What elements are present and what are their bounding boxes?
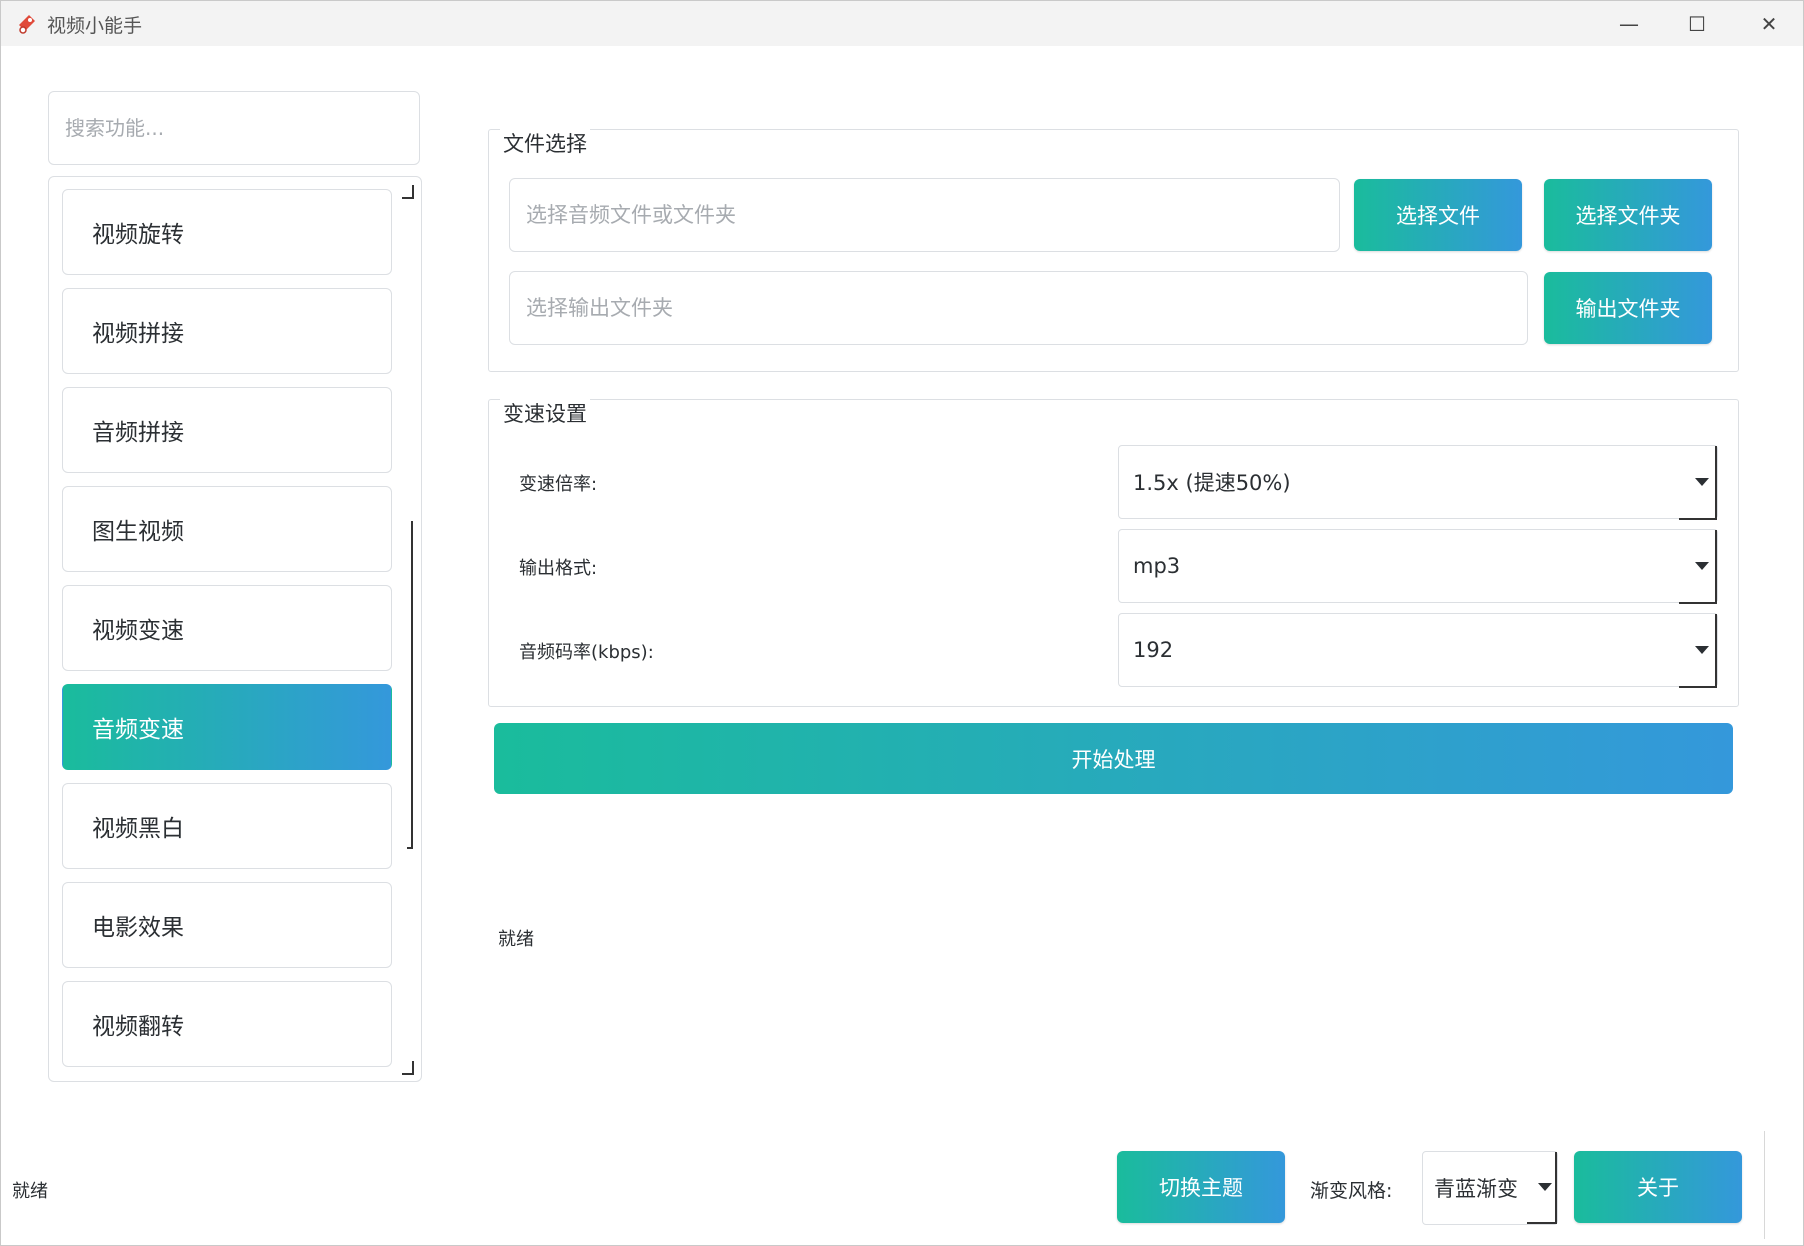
file-select-group-title: 文件选择: [500, 128, 590, 158]
app-window: 视频小能手 — ☐ ✕ 视频旋转 视频拼接 音频拼接 图生视频 视频变速 音频变…: [0, 0, 1804, 1246]
select-folder-button[interactable]: 选择文件夹: [1544, 179, 1712, 251]
feature-list[interactable]: 视频旋转 视频拼接 音频拼接 图生视频 视频变速 音频变速 视频黑白 电影效果 …: [48, 176, 422, 1082]
sidebar-item-movie-effect[interactable]: 电影效果: [62, 882, 392, 968]
switch-theme-button[interactable]: 切换主题: [1117, 1151, 1285, 1223]
search-box: [48, 91, 420, 165]
output-folder-button[interactable]: 输出文件夹: [1544, 272, 1712, 344]
minimize-button[interactable]: —: [1595, 1, 1663, 46]
select-file-button[interactable]: 选择文件: [1354, 179, 1522, 251]
output-format-select[interactable]: mp3: [1118, 529, 1718, 604]
sidebar-item-video-concat[interactable]: 视频拼接: [62, 288, 392, 374]
gradient-style-label: 渐变风格:: [1310, 1180, 1393, 1202]
chevron-down-icon: [1527, 1152, 1557, 1224]
status-bar-text: 就绪: [12, 1181, 48, 1202]
search-input[interactable]: [49, 92, 419, 164]
chevron-down-icon: [1679, 530, 1717, 604]
title-bar: 视频小能手 — ☐ ✕: [1, 1, 1803, 46]
speed-rate-select[interactable]: 1.5x (提速50%): [1118, 445, 1718, 520]
window-title: 视频小能手: [47, 15, 143, 37]
minimize-icon: —: [1619, 11, 1639, 36]
close-icon: ✕: [1760, 11, 1778, 36]
speed-settings-group-title: 变速设置: [500, 398, 590, 428]
input-file-field: [509, 178, 1340, 252]
output-folder-field: [509, 271, 1528, 345]
scrollbar-top-cap: [402, 185, 414, 199]
chevron-down-icon: [1679, 614, 1717, 688]
sidebar-item-audio-speed[interactable]: 音频变速: [62, 684, 392, 770]
output-format-value: mp3: [1133, 554, 1181, 578]
input-file-input[interactable]: [510, 179, 1339, 251]
status-text: 就绪: [498, 929, 534, 950]
chevron-down-icon: [1679, 446, 1717, 520]
speed-rate-label: 变速倍率:: [519, 474, 598, 495]
sidebar-item-video-speed[interactable]: 视频变速: [62, 585, 392, 671]
sidebar-scrollbar-thumb[interactable]: [407, 521, 413, 849]
speed-rate-value: 1.5x (提速50%): [1133, 471, 1291, 495]
maximize-button[interactable]: ☐: [1663, 1, 1731, 46]
app-logo-icon: [19, 15, 35, 34]
sidebar-item-video-rotate[interactable]: 视频旋转: [62, 189, 392, 275]
maximize-icon: ☐: [1688, 11, 1706, 36]
sidebar-item-audio-concat[interactable]: 音频拼接: [62, 387, 392, 473]
scrollbar-bottom-cap: [402, 1061, 414, 1075]
audio-bitrate-label: 音频码率(kbps):: [519, 642, 654, 663]
sidebar-item-image-to-video[interactable]: 图生视频: [62, 486, 392, 572]
gradient-style-value: 青蓝渐变: [1434, 1177, 1518, 1201]
about-button[interactable]: 关于: [1574, 1151, 1742, 1223]
close-button[interactable]: ✕: [1735, 1, 1803, 46]
gradient-style-select[interactable]: 青蓝渐变: [1422, 1151, 1558, 1225]
audio-bitrate-value: 192: [1133, 638, 1174, 662]
start-processing-button[interactable]: 开始处理: [494, 723, 1733, 794]
sidebar-item-video-flip[interactable]: 视频翻转: [62, 981, 392, 1067]
output-folder-input[interactable]: [510, 272, 1527, 344]
feature-list-items: 视频旋转 视频拼接 音频拼接 图生视频 视频变速 音频变速 视频黑白 电影效果 …: [62, 189, 392, 1080]
output-format-label: 输出格式:: [519, 558, 598, 579]
divider: [1764, 1131, 1765, 1239]
sidebar-item-video-grayscale[interactable]: 视频黑白: [62, 783, 392, 869]
audio-bitrate-select[interactable]: 192: [1118, 613, 1718, 688]
